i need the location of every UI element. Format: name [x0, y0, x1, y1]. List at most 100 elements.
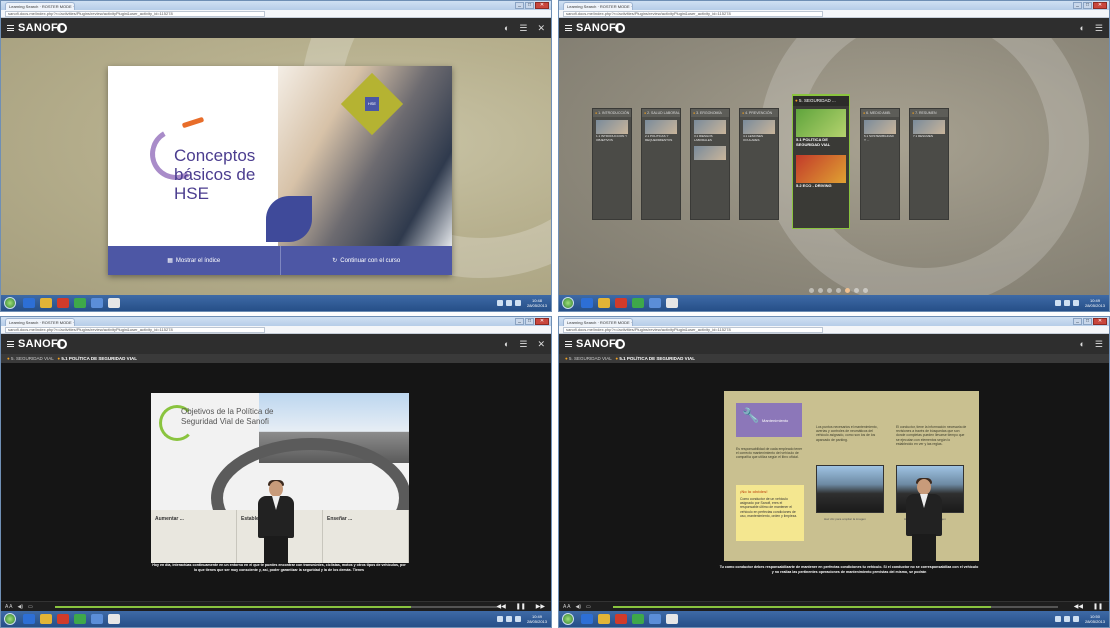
tray-icon[interactable]	[1063, 616, 1070, 622]
tray-icon[interactable]	[505, 300, 512, 306]
breadcrumb-parent[interactable]: 5. SEGURIDAD VIAL	[569, 356, 612, 361]
text-size-icon[interactable]: A A	[563, 604, 571, 610]
ie-icon[interactable]	[23, 614, 35, 624]
tray-icon[interactable]	[1054, 616, 1061, 622]
folder-icon[interactable]	[598, 298, 610, 308]
module-column[interactable]: ● 7. RESUMEN 7.1 RESUMEN	[909, 108, 949, 220]
ie-icon[interactable]	[581, 614, 593, 624]
list-icon[interactable]: ☰	[519, 339, 527, 350]
page-dot[interactable]	[854, 288, 859, 293]
module-column[interactable]: ● 2. SALUD LABORAL 2.1 POLÍTICAS Y REQUE…	[641, 108, 681, 220]
chrome-icon[interactable]	[632, 298, 644, 308]
tray-icon[interactable]	[1054, 300, 1061, 306]
word-icon[interactable]	[108, 614, 120, 624]
word-icon[interactable]	[666, 298, 678, 308]
media-icon[interactable]	[57, 298, 69, 308]
maximize-button[interactable]: □	[525, 2, 534, 9]
minimize-button[interactable]: _	[515, 2, 524, 9]
url-field[interactable]: sanofi.docs.me/index.php?r=/activities/P…	[5, 11, 265, 17]
list-icon[interactable]: ☰	[1095, 23, 1103, 34]
tray-icon[interactable]	[496, 300, 503, 306]
hamburger-menu-icon[interactable]	[7, 341, 14, 347]
page-dot[interactable]	[818, 288, 823, 293]
hamburger-menu-icon[interactable]	[565, 341, 572, 347]
module-column[interactable]: ● 4. PREVENCIÓN 4.1 LESIONES OCULARES	[739, 108, 779, 220]
progress-bar[interactable]	[55, 606, 500, 608]
rewind-icon[interactable]: ◀◀	[1074, 603, 1083, 610]
close-window-button[interactable]: ✕	[1093, 318, 1107, 325]
subtitles-icon[interactable]: ▭	[586, 604, 591, 610]
module-caption[interactable]: 5.2 ECO - DRIVING	[796, 184, 846, 198]
module-column[interactable]: ● 3. ERGONOMÍA 3.1 RIESGOS LABORALES	[690, 108, 730, 220]
chrome-icon[interactable]	[74, 614, 86, 624]
url-field[interactable]: sanofi.docs.me/index.php?r=/activities/P…	[5, 327, 265, 333]
module-column-active[interactable]: ● 5. SEGURIDAD ... 5.1 POLÍTICA DE SEGUR…	[792, 94, 850, 229]
tray-icon[interactable]	[1072, 616, 1079, 622]
url-field[interactable]: sanofi.docs.me/index.php?r=/activities/P…	[563, 11, 823, 17]
ie-icon[interactable]	[581, 298, 593, 308]
minimize-button[interactable]: _	[515, 318, 524, 325]
subtitles-icon[interactable]: ▭	[28, 604, 33, 610]
close-window-button[interactable]: ✕	[535, 318, 549, 325]
objective-cell[interactable]: Enseñar ...	[323, 510, 409, 563]
browser-tab[interactable]: Learning Search · ROSTER MODE · Google C…	[563, 318, 633, 326]
outlook-icon[interactable]	[91, 298, 103, 308]
outlook-icon[interactable]	[649, 298, 661, 308]
breadcrumb-parent[interactable]: 5. SEGURIDAD VIAL	[11, 356, 54, 361]
folder-icon[interactable]	[598, 614, 610, 624]
volume-icon[interactable]: ◀)	[18, 604, 24, 610]
browser-tab[interactable]: Learning Search · ROSTER MODE · Google C…	[5, 318, 75, 326]
tray-icon[interactable]	[514, 300, 521, 306]
module-column[interactable]: ● 1. INTRODUCCIÓN 1.1 INTRODUCCIÓN Y OBJ…	[592, 108, 632, 220]
objective-cell[interactable]: Aumentar ...	[151, 510, 237, 563]
page-dot[interactable]	[863, 288, 868, 293]
pause-icon[interactable]: ❚❚	[1093, 603, 1103, 610]
chrome-icon[interactable]	[632, 614, 644, 624]
close-icon[interactable]: ✕	[537, 339, 545, 350]
outlook-icon[interactable]	[91, 614, 103, 624]
folder-icon[interactable]	[40, 614, 52, 624]
tray-icon[interactable]	[496, 616, 503, 622]
start-button[interactable]	[4, 297, 16, 309]
word-icon[interactable]	[108, 298, 120, 308]
start-button[interactable]	[562, 297, 574, 309]
maximize-button[interactable]: □	[525, 318, 534, 325]
show-index-button[interactable]: ▦ Mostrar el índice	[108, 246, 280, 275]
media-icon[interactable]	[615, 298, 627, 308]
tray-icon[interactable]	[514, 616, 521, 622]
outlook-icon[interactable]	[649, 614, 661, 624]
browser-tab[interactable]: Learning Search · ROSTER MODE · Google C…	[563, 2, 633, 10]
close-window-button[interactable]: ✕	[1093, 2, 1107, 9]
maximize-button[interactable]: □	[1083, 2, 1092, 9]
chrome-icon[interactable]	[74, 298, 86, 308]
tray-icon[interactable]	[1072, 300, 1079, 306]
close-window-button[interactable]: ✕	[535, 2, 549, 9]
list-icon[interactable]: ☰	[1095, 339, 1103, 350]
continue-course-button[interactable]: ↻ Continuar con el curso	[279, 246, 453, 275]
hamburger-menu-icon[interactable]	[7, 25, 14, 31]
text-size-icon[interactable]: A A	[5, 604, 13, 610]
rewind-icon[interactable]: ◀◀	[496, 603, 505, 610]
tray-icon[interactable]	[505, 616, 512, 622]
browser-tab[interactable]: Learning Search · ROSTER MODE · Google C…	[5, 2, 75, 10]
pause-icon[interactable]: ❚❚	[516, 603, 526, 610]
media-icon[interactable]	[615, 614, 627, 624]
ie-icon[interactable]	[23, 298, 35, 308]
module-column[interactable]: ● 6. MEDIO AMB. 6.1 SOSTENIBILIDAD Y ...	[860, 108, 900, 220]
media-icon[interactable]	[57, 614, 69, 624]
next-icon[interactable]: ▶▶	[536, 603, 545, 610]
module-caption[interactable]: 5.1 POLÍTICA DE SEGURIDAD VIAL	[796, 138, 846, 152]
folder-icon[interactable]	[40, 298, 52, 308]
maximize-button[interactable]: □	[1083, 318, 1092, 325]
volume-icon[interactable]: ◀)	[576, 604, 582, 610]
page-dot-active[interactable]	[845, 288, 850, 293]
word-icon[interactable]	[666, 614, 678, 624]
tray-icon[interactable]	[1063, 300, 1070, 306]
page-dot[interactable]	[809, 288, 814, 293]
start-button[interactable]	[562, 613, 574, 625]
close-icon[interactable]: ✕	[537, 23, 545, 34]
url-field[interactable]: sanofi.docs.me/index.php?r=/activities/P…	[563, 327, 823, 333]
page-dot[interactable]	[836, 288, 841, 293]
progress-bar[interactable]	[613, 606, 1058, 608]
minimize-button[interactable]: _	[1073, 318, 1082, 325]
